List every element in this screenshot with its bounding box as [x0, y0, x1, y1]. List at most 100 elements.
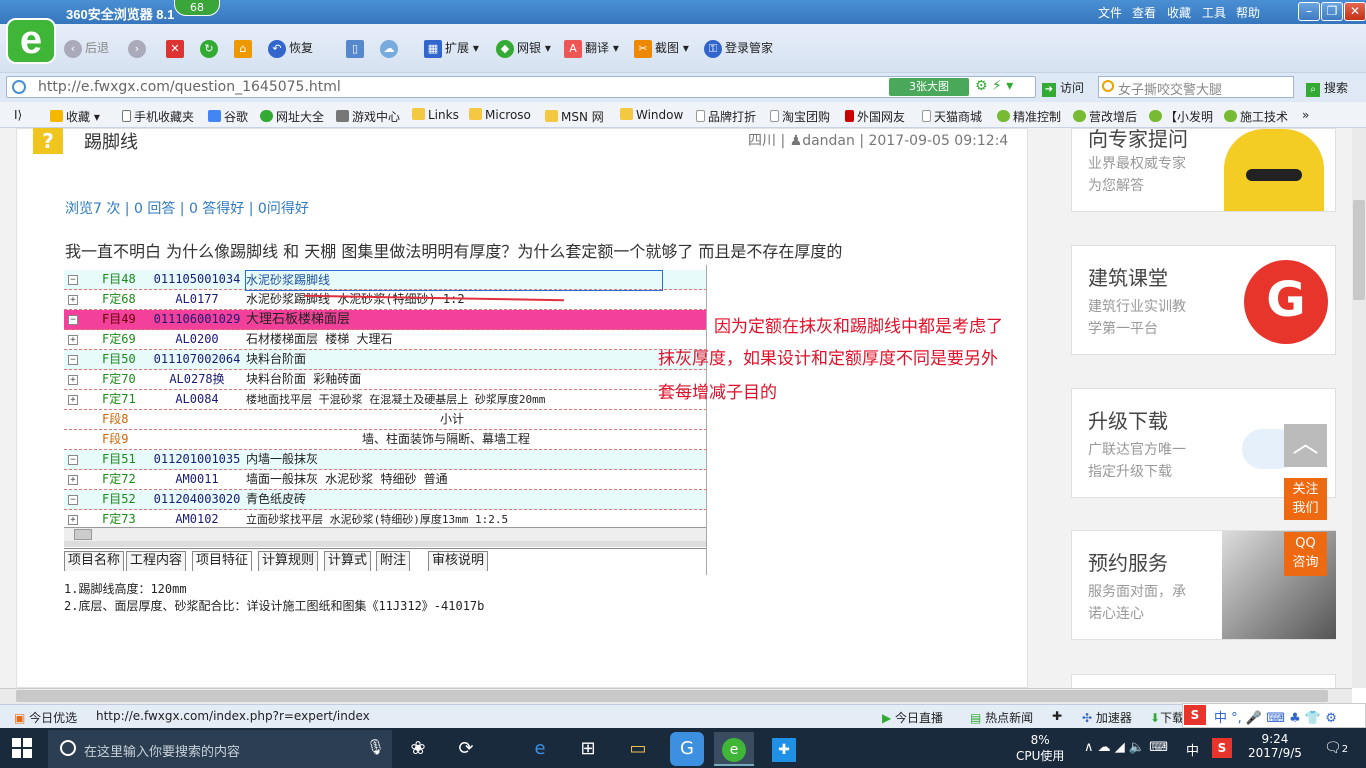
- forward-button[interactable]: ›: [128, 38, 149, 58]
- store-icon[interactable]: ⊞: [568, 732, 608, 766]
- follow-us-button[interactable]: 关注我们: [1284, 478, 1327, 520]
- live-button[interactable]: ▶ 今日直播: [882, 709, 943, 726]
- bookmark-hao[interactable]: 网址大全: [260, 108, 324, 125]
- bookmark-msn[interactable]: MSN 网: [545, 108, 604, 125]
- bookmark-games[interactable]: 游戏中心: [336, 108, 400, 125]
- notifications-icon[interactable]: 🗨2: [1324, 740, 1348, 756]
- translate-button[interactable]: A 翻译 ▾: [564, 38, 619, 58]
- refresh-icon: ↻: [200, 39, 218, 58]
- restore-button[interactable]: ❐: [1321, 2, 1343, 21]
- large-image-button[interactable]: 3张大图: [889, 78, 969, 96]
- bookmark-microsoft[interactable]: Microso: [469, 108, 531, 122]
- menu-help[interactable]: 帮助: [1236, 4, 1260, 21]
- menu-tools[interactable]: 工具: [1202, 4, 1226, 21]
- status-url: http://e.fwxgx.com/index.php?r=expert/in…: [96, 709, 370, 723]
- back-arrow-icon: ‹: [64, 39, 82, 58]
- question-meta: 四川 | ♟dandan | 2017-09-05 09:12:4: [748, 133, 1009, 149]
- bookmark-brand[interactable]: 品牌打折: [696, 108, 756, 125]
- bookmark-foreign[interactable]: 外国网友: [845, 108, 905, 125]
- sidebar-card-classroom[interactable]: 建筑课堂 建筑行业实训教 学第一平台 G: [1071, 245, 1336, 355]
- menu-file[interactable]: 文件: [1098, 4, 1122, 21]
- netbank-button[interactable]: ◆ 网银 ▾: [496, 38, 551, 58]
- screenshot-button[interactable]: ✂ 截图 ▾: [634, 38, 689, 58]
- sidebar-toggle-icon[interactable]: I⟩: [14, 108, 22, 122]
- sidebar-card-ask[interactable]: 向专家提问 业界最权威专家 为您解答: [1071, 127, 1336, 212]
- edge-icon[interactable]: e: [520, 732, 560, 766]
- key-icon: ⚿: [704, 39, 722, 58]
- file-explorer-icon[interactable]: ▭: [618, 732, 658, 766]
- 360-browser-taskbar-icon[interactable]: e: [714, 732, 754, 766]
- minimize-button[interactable]: –: [1298, 2, 1320, 21]
- search-engine-icon[interactable]: [1102, 80, 1114, 92]
- extend-button[interactable]: ▦ 扩展 ▾: [424, 38, 479, 58]
- bookmark-windows[interactable]: Window: [620, 108, 683, 122]
- app-blue-icon[interactable]: ✚: [764, 732, 804, 766]
- bookmark-precise[interactable]: 精准控制: [997, 108, 1061, 125]
- tab-item-name[interactable]: 项目名称: [64, 551, 125, 571]
- today-picks[interactable]: ▣ 今日优选: [14, 709, 77, 726]
- app-spiral-icon[interactable]: ⟳: [446, 732, 486, 766]
- table-row: − F目52 011204003020 青色纸皮砖: [64, 490, 706, 510]
- splitter[interactable]: [64, 541, 706, 547]
- accelerator-button[interactable]: ✣ 加速器: [1082, 709, 1132, 726]
- table-row: + F定72 AM0011 墙面一般抹灰 水泥砂浆 特细砂 普通: [64, 470, 706, 490]
- back-button[interactable]: ‹ 后退: [64, 38, 109, 58]
- visit-button[interactable]: ➜ 访问: [1042, 79, 1084, 97]
- bookmark-tmall[interactable]: 天猫商城: [922, 108, 982, 125]
- taskview-icon[interactable]: ❀: [398, 732, 438, 766]
- search-button[interactable]: ⌕ 搜索: [1306, 79, 1348, 97]
- table-hscroll[interactable]: [64, 527, 706, 541]
- bookmark-links[interactable]: Links: [412, 108, 459, 122]
- menu-view[interactable]: 查看: [1132, 4, 1156, 21]
- close-button[interactable]: ✕: [1344, 2, 1366, 21]
- question-author[interactable]: dandan: [802, 133, 855, 149]
- bookmark-mobile[interactable]: 手机收藏夹: [122, 108, 194, 125]
- menu-favorites[interactable]: 收藏: [1167, 4, 1191, 21]
- attached-image[interactable]: − F目48 011105001034 水泥砂浆踢脚线 + F定68 AL0177 水泥砂浆…: [64, 265, 707, 575]
- tab-rules[interactable]: 计算规则: [258, 551, 319, 571]
- bookmark-taobao[interactable]: 淘宝团购: [770, 108, 830, 125]
- sogou-tray-icon[interactable]: S: [1212, 738, 1232, 758]
- bookmark-google[interactable]: 谷歌: [208, 108, 248, 125]
- grid-icon: ▦: [424, 39, 442, 58]
- cloud-button[interactable]: ☁: [380, 38, 401, 58]
- refresh-button[interactable]: ↻: [200, 38, 221, 58]
- back-to-top-icon[interactable]: ︿: [1284, 424, 1327, 467]
- tray-icons[interactable]: ∧ ☁ ◢ 🔈 ⌨: [1084, 740, 1168, 755]
- table-row: + F定68 AL0177 水泥砂浆踢脚线 水泥砂浆(特细砂) 1:2: [64, 290, 706, 310]
- login-manager-button[interactable]: ⚿ 登录管家: [704, 38, 773, 58]
- news-button[interactable]: ▤ 热点新闻: [970, 709, 1033, 726]
- bookmarks-more-icon[interactable]: »: [1302, 108, 1309, 122]
- download-button[interactable]: ⬇下载: [1150, 709, 1184, 726]
- medical-icon[interactable]: ✚: [1052, 709, 1062, 723]
- qq-consult-button[interactable]: QQ咨询: [1284, 532, 1327, 576]
- browser-logo-icon[interactable]: e: [6, 18, 56, 64]
- bookmark-favorites[interactable]: 收藏 ▾: [50, 108, 100, 125]
- tab-features[interactable]: 项目特征: [192, 551, 253, 571]
- search-placeholder: 女子撕咬交警大腿: [1118, 83, 1223, 98]
- app-g-icon[interactable]: G: [670, 732, 704, 766]
- restore-tab-button[interactable]: ↶ 恢复: [268, 38, 313, 58]
- tab-work-content[interactable]: 工程内容: [126, 551, 187, 571]
- microphone-icon[interactable]: 🎙: [366, 738, 385, 756]
- table-row: F段9 墙、柱面装饰与隔断、幕墙工程: [64, 430, 706, 450]
- address-url[interactable]: http://e.fwxgx.com/question_1645075.html: [38, 79, 341, 95]
- sogou-icon[interactable]: S: [1184, 705, 1206, 725]
- speed-icon[interactable]: ⚙ ⚡ ▾: [975, 78, 1013, 94]
- ime-status-icons[interactable]: 中 °, 🎤 ⌨ ♣ 👕 ⚙: [1214, 707, 1337, 726]
- tab-formula[interactable]: 计算式: [324, 551, 372, 571]
- stop-button[interactable]: ✕: [166, 38, 187, 58]
- cpu-usage[interactable]: 8% CPU使用: [1016, 733, 1064, 764]
- bookmark-construction[interactable]: 施工技术: [1224, 108, 1288, 125]
- phone-button[interactable]: ▯: [346, 38, 367, 58]
- horizontal-scroll-thumb[interactable]: [16, 690, 1328, 702]
- clock[interactable]: 9:24 2017/9/5: [1248, 732, 1302, 760]
- notification-badge[interactable]: 68: [174, 0, 220, 16]
- windows-start-icon[interactable]: [12, 738, 32, 758]
- question-body: 我一直不明白 为什么像踢脚线 和 天棚 图集里做法明明有厚度？为什么套定额一个就…: [65, 242, 843, 261]
- tab-notes[interactable]: 附注: [376, 551, 411, 571]
- vertical-scroll-thumb[interactable]: [1353, 200, 1365, 300]
- home-button[interactable]: ⌂: [234, 38, 255, 58]
- ime-indicator[interactable]: 中: [1186, 740, 1199, 759]
- tab-review[interactable]: 审核说明: [428, 551, 489, 571]
